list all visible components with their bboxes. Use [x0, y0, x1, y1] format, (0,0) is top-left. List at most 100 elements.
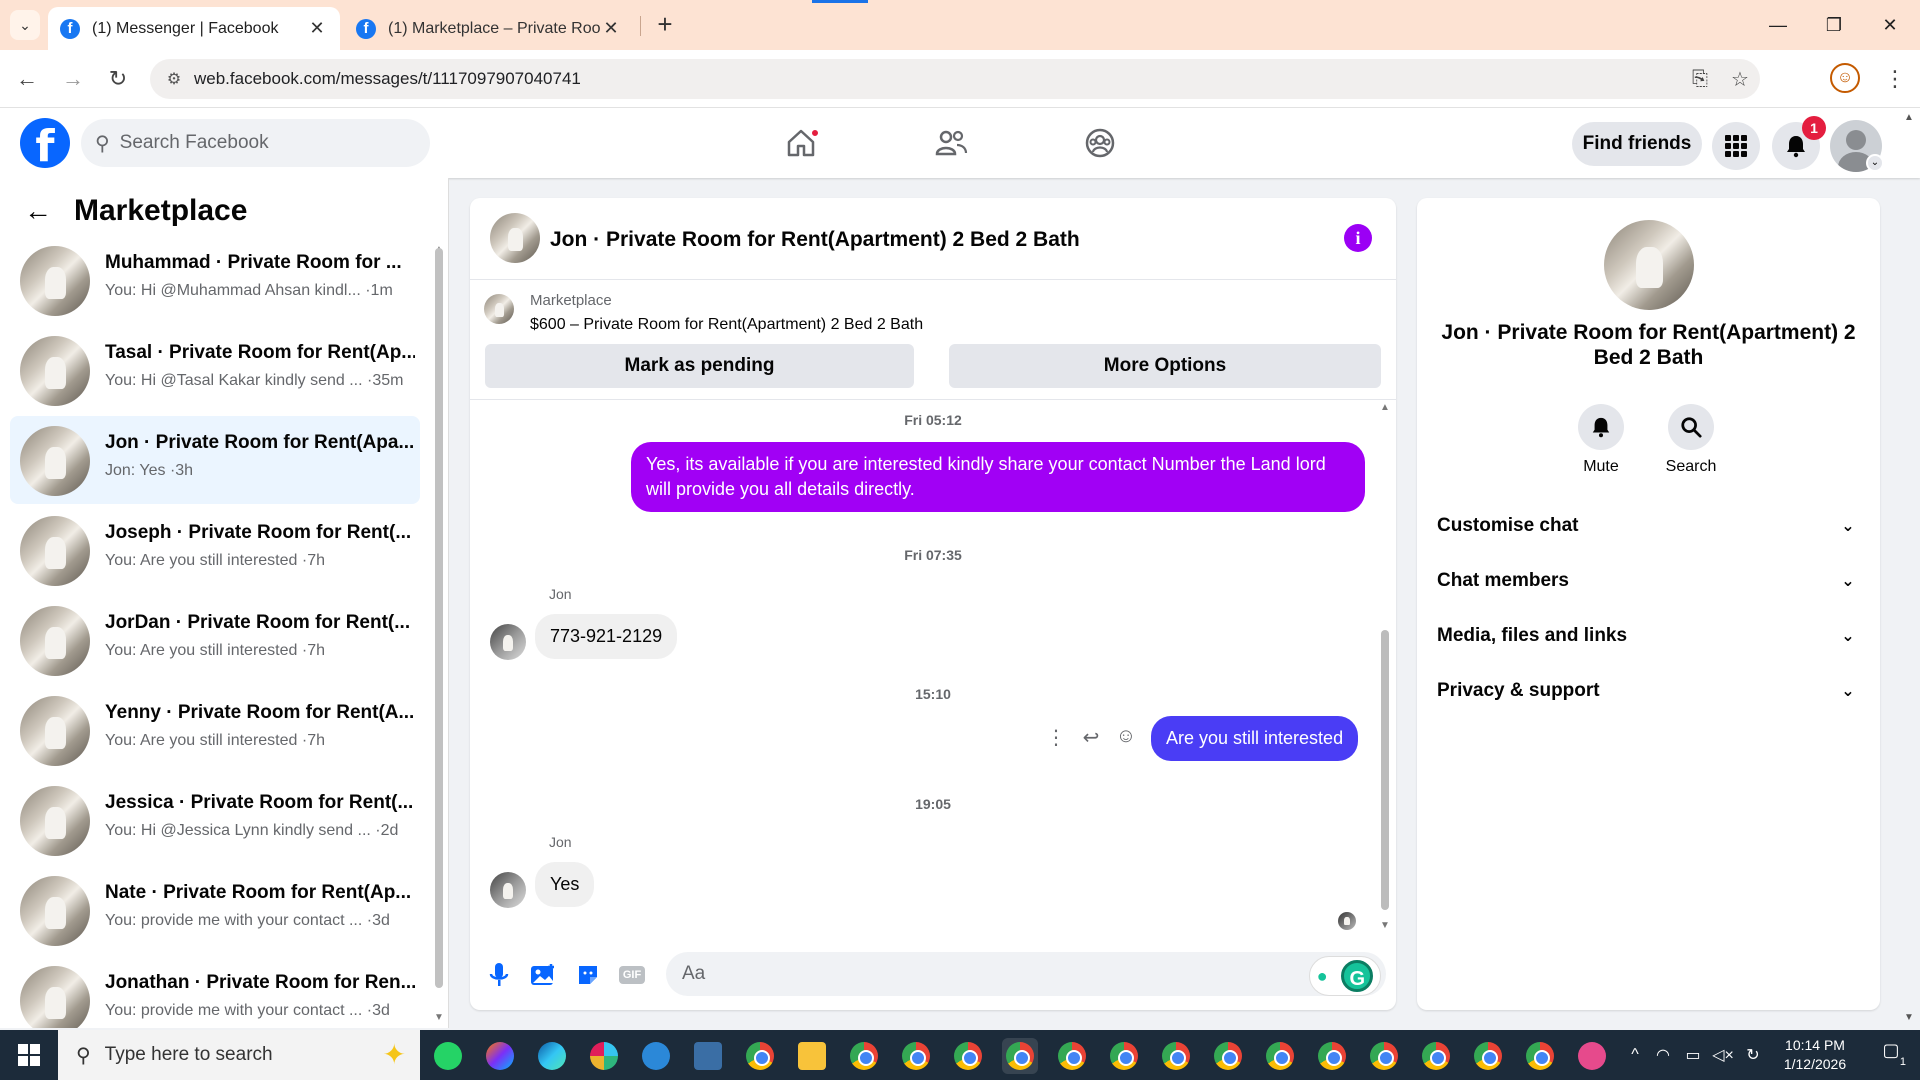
chrome-app-icon[interactable] — [742, 1038, 778, 1074]
chrome-app-icon[interactable] — [1366, 1038, 1402, 1074]
site-settings-icon[interactable]: ⚙ — [154, 69, 194, 89]
scroll-down-arrow-icon[interactable]: ▼ — [1380, 920, 1390, 931]
minimize-window-button[interactable]: — — [1758, 10, 1798, 40]
chrome-app-icon[interactable] — [1210, 1038, 1246, 1074]
forward-arrow-icon[interactable]: → — [56, 62, 90, 96]
back-arrow-icon[interactable]: ← — [24, 195, 52, 227]
nav-groups[interactable] — [1045, 120, 1155, 166]
chat-profile-picture[interactable] — [1604, 220, 1694, 310]
volume-muted-icon[interactable]: ◁× — [1708, 1045, 1738, 1065]
network-app-icon[interactable] — [638, 1038, 674, 1074]
photo-attach-icon[interactable] — [528, 960, 558, 990]
chat-scrollbar[interactable]: ▲ ▼ — [1380, 400, 1390, 940]
chrome-app-icon[interactable] — [898, 1038, 934, 1074]
nav-friends[interactable] — [896, 120, 1006, 166]
sidebar-scrollbar[interactable] — [435, 238, 443, 988]
conversation-item[interactable]: Tasal · Private Room for Rent(Ap... You:… — [10, 326, 420, 414]
browser-menu-icon[interactable]: ⋮ — [1880, 62, 1910, 96]
facebook-search-box[interactable]: ⚲ — [81, 119, 430, 167]
sticker-icon[interactable] — [573, 960, 603, 990]
listing-description[interactable]: $600 – Private Room for Rent(Apartment) … — [530, 316, 923, 334]
incoming-message[interactable]: Yes — [535, 862, 595, 907]
facebook-search-input[interactable] — [119, 132, 380, 154]
conversation-item-active[interactable]: Jon · Private Room for Rent(Apa... Jon: … — [10, 416, 420, 504]
chrome-app-icon[interactable] — [1418, 1038, 1454, 1074]
page-scroll-up-arrow-icon[interactable]: ▲ — [1904, 112, 1914, 123]
snipping-tool-icon[interactable] — [1574, 1038, 1610, 1074]
chrome-app-icon[interactable] — [1522, 1038, 1558, 1074]
mute-action[interactable]: Mute — [1561, 404, 1641, 476]
copilot-app-icon[interactable] — [482, 1038, 518, 1074]
facebook-logo-icon[interactable]: f — [20, 118, 70, 168]
scroll-up-arrow-icon[interactable]: ▲ — [1380, 402, 1390, 413]
edge-app-icon[interactable] — [534, 1038, 570, 1074]
map-app-icon[interactable] — [690, 1038, 726, 1074]
chrome-app-icon[interactable] — [846, 1038, 882, 1074]
gif-button[interactable]: GIF — [617, 960, 647, 990]
sender-avatar[interactable] — [490, 624, 526, 660]
conversation-item[interactable]: Nate · Private Room for Rent(Ap... You: … — [10, 866, 420, 954]
nav-home[interactable] — [746, 120, 856, 166]
menu-grid-button[interactable] — [1712, 122, 1760, 170]
account-chevron-icon[interactable]: ⌄ — [1866, 154, 1884, 172]
search-action[interactable]: Search — [1651, 404, 1731, 476]
slack-app-icon[interactable] — [586, 1038, 622, 1074]
conversation-item[interactable]: JorDan · Private Room for Rent(... You: … — [10, 596, 420, 684]
chat-members-section[interactable]: Chat members ⌄ — [1437, 561, 1860, 601]
chrome-app-icon[interactable] — [1470, 1038, 1506, 1074]
customise-chat-section[interactable]: Customise chat ⌄ — [1437, 506, 1860, 546]
conversation-info-icon[interactable]: i — [1344, 224, 1372, 252]
show-hidden-icons-icon[interactable]: ^ — [1622, 1046, 1648, 1064]
file-explorer-icon[interactable] — [794, 1038, 830, 1074]
notifications-button[interactable]: 1 — [1772, 116, 1826, 170]
whatsapp-app-icon[interactable] — [430, 1038, 466, 1074]
install-app-icon[interactable]: ⎘ — [1680, 68, 1720, 91]
start-button[interactable] — [0, 1030, 58, 1080]
conversation-item[interactable]: Joseph · Private Room for Rent(... You: … — [10, 506, 420, 594]
scroll-down-arrow-icon[interactable]: ▼ — [434, 1012, 444, 1023]
chrome-app-icon[interactable] — [1262, 1038, 1298, 1074]
address-bar[interactable]: ⚙ web.facebook.com/messages/t/1117097907… — [150, 59, 1760, 99]
conversation-item[interactable]: Jonathan · Private Room for Ren... You: … — [10, 956, 420, 1028]
back-arrow-icon[interactable]: ← — [10, 62, 44, 96]
more-actions-icon[interactable]: ⋮ — [1041, 725, 1071, 750]
reply-icon[interactable]: ↩ — [1076, 725, 1106, 750]
sender-avatar[interactable] — [490, 872, 526, 908]
chrome-app-icon[interactable] — [1314, 1038, 1350, 1074]
restore-window-button[interactable]: ❐ — [1814, 10, 1854, 40]
conversation-item[interactable]: Muhammad · Private Room for ... You: Hi … — [10, 236, 420, 324]
react-emoji-icon[interactable]: ☺ — [1111, 725, 1141, 748]
chrome-app-icon[interactable] — [950, 1038, 986, 1074]
media-files-links-section[interactable]: Media, files and links ⌄ — [1437, 616, 1860, 656]
close-tab-icon[interactable]: ✕ — [306, 18, 328, 39]
message-input[interactable] — [666, 952, 1386, 996]
conversation-item[interactable]: Yenny · Private Room for Rent(A... You: … — [10, 686, 420, 774]
mark-as-pending-button[interactable]: Mark as pending — [485, 344, 914, 388]
tab-marketplace[interactable]: f (1) Marketplace – Private Room ✕ — [344, 7, 634, 50]
close-tab-icon[interactable]: ✕ — [600, 18, 622, 39]
battery-icon[interactable]: ▭ — [1678, 1045, 1708, 1065]
close-window-button[interactable]: ✕ — [1870, 10, 1910, 40]
chat-avatar[interactable] — [490, 213, 540, 263]
find-friends-button[interactable]: Find friends — [1572, 122, 1702, 166]
outgoing-message[interactable]: Yes, its available if you are interested… — [631, 442, 1365, 512]
more-options-button[interactable]: More Options — [949, 344, 1381, 388]
bookmark-star-icon[interactable]: ☆ — [1720, 67, 1760, 92]
incoming-message[interactable]: 773-921-2129 — [535, 614, 678, 659]
taskbar-search-box[interactable]: ⚲ Type here to search ✦ — [58, 1030, 420, 1080]
page-scroll-down-arrow-icon[interactable]: ▼ — [1904, 1012, 1914, 1023]
chat-title[interactable]: Jon · Private Room for Rent(Apartment) 2… — [550, 228, 1080, 252]
microphone-icon[interactable] — [484, 960, 514, 990]
wifi-icon[interactable]: ◠ — [1648, 1045, 1678, 1065]
browser-profile-icon[interactable]: ☺ — [1830, 63, 1860, 93]
new-tab-button[interactable]: + — [650, 10, 680, 40]
chrome-app-icon-active[interactable] — [1002, 1038, 1038, 1074]
chrome-app-icon[interactable] — [1158, 1038, 1194, 1074]
chrome-app-icon[interactable] — [1054, 1038, 1090, 1074]
tab-messenger[interactable]: f (1) Messenger | Facebook ✕ — [48, 7, 340, 50]
privacy-support-section[interactable]: Privacy & support ⌄ — [1437, 671, 1860, 711]
grammarly-widget[interactable]: ● G — [1309, 956, 1381, 996]
reload-icon[interactable]: ↻ — [101, 62, 135, 96]
conversation-item[interactable]: Jessica · Private Room for Rent(... You:… — [10, 776, 420, 864]
action-center-button[interactable]: ▢ 1 — [1874, 1040, 1908, 1070]
